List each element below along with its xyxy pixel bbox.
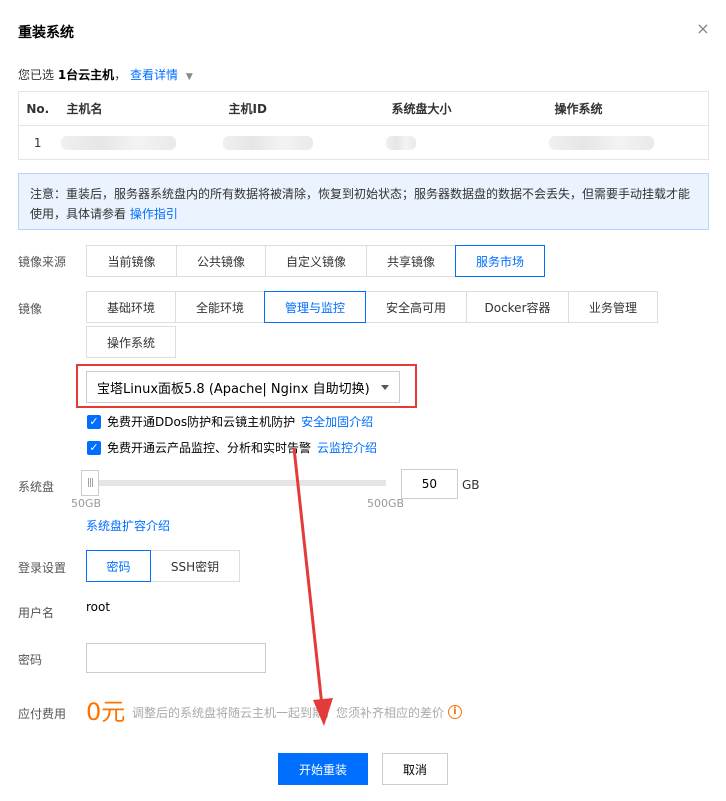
tab-operating-system[interactable]: 操作系统 (86, 326, 176, 358)
monitoring-option: ✓ 免费开通云产品监控、分析和实时告警 云监控介绍 (87, 439, 377, 456)
monitoring-checkbox-label: 免费开通云产品监控、分析和实时告警 (107, 441, 312, 455)
password-label: 密码 (18, 653, 43, 667)
cell-os-redacted (544, 125, 709, 160)
image-label: 镜像 (18, 302, 43, 316)
cell-no: 1 (18, 125, 57, 160)
col-no: No. (18, 91, 57, 126)
col-os: 操作系统 (544, 91, 709, 126)
tab-password[interactable]: 密码 (86, 550, 151, 582)
image-source-label: 镜像来源 (18, 255, 67, 269)
system-disk-label: 系统盘 (18, 480, 55, 494)
tab-docker[interactable]: Docker容器 (466, 291, 569, 323)
password-input[interactable] (86, 643, 266, 673)
disk-max-label: 500GB (367, 497, 405, 510)
view-details-link[interactable]: 查看详情 (130, 68, 178, 82)
host-table: No. 主机名 主机ID 系统盘大小 操作系统 1 (18, 91, 709, 160)
image-category-tabs: 基础环境 全能环境 管理与监控 安全高可用 Docker容器 业务管理 (86, 291, 658, 323)
disk-slider-handle[interactable]: ||| (81, 470, 99, 496)
login-settings-label: 登录设置 (18, 561, 67, 575)
cancel-button[interactable]: 取消 (382, 753, 448, 785)
col-disk-size: 系统盘大小 (381, 91, 545, 126)
fee-description: 调整后的系统盘将随云主机一起到期，您须补齐相应的差价 (132, 706, 445, 720)
disk-min-label: 50GB (71, 497, 102, 510)
monitoring-checkbox[interactable]: ✓ (87, 440, 101, 455)
username-value: root (86, 600, 111, 614)
tab-marketplace[interactable]: 服务市场 (455, 245, 545, 277)
fee-label: 应付费用 (18, 707, 67, 721)
username-label: 用户名 (18, 606, 55, 620)
notice-guide-link[interactable]: 操作指引 (130, 207, 178, 221)
image-source-tabs: 当前镜像 公共镜像 自定义镜像 共享镜像 服务市场 (86, 245, 545, 277)
cloud-monitor-link[interactable]: 云监控介绍 (317, 439, 377, 456)
ddos-protection-option: ✓ 免费开通DDos防护和云镜主机防护 安全加固介绍 (87, 413, 373, 430)
ddos-checkbox-label: 免费开通DDos防护和云镜主机防护 (107, 415, 296, 429)
disk-size-input[interactable]: 50 (401, 469, 458, 499)
tab-basic-env[interactable]: 基础环境 (86, 291, 176, 323)
chevron-down-icon[interactable]: ▼ (186, 72, 193, 82)
tab-business-management[interactable]: 业务管理 (568, 291, 658, 323)
tab-shared-image[interactable]: 共享镜像 (366, 245, 456, 277)
selection-count: 1台云主机 (57, 68, 115, 82)
image-category-tabs-row2: 操作系统 (86, 326, 176, 358)
tab-management-monitoring[interactable]: 管理与监控 (264, 291, 366, 323)
disk-expand-link[interactable]: 系统盘扩容介绍 (86, 517, 170, 534)
cell-disk-size-redacted (381, 125, 545, 160)
table-row: 1 (18, 125, 709, 160)
table-header-row: No. 主机名 主机ID 系统盘大小 操作系统 (18, 91, 709, 126)
security-hardening-link[interactable]: 安全加固介绍 (301, 413, 373, 430)
image-select-value: 宝塔Linux面板5.8 (Apache| Nginx 自助切换) (97, 381, 370, 397)
login-method-tabs: 密码 SSH密钥 (86, 550, 240, 582)
tab-full-env[interactable]: 全能环境 (175, 291, 265, 323)
notice-box: 注意：重装后，服务器系统盘内的所有数据将被清除，恢复到初始状态；服务器数据盘的数… (18, 173, 709, 230)
selection-info: 您已选 1台云主机， 查看详情 ▼ (18, 66, 193, 83)
cell-hostid-redacted (218, 125, 382, 160)
col-hostname: 主机名 (56, 91, 219, 126)
selection-suffix: ， (114, 68, 127, 82)
ddos-checkbox[interactable]: ✓ (87, 414, 101, 429)
disk-slider-track[interactable] (86, 480, 386, 486)
tab-current-image[interactable]: 当前镜像 (86, 245, 177, 277)
tab-public-image[interactable]: 公共镜像 (176, 245, 266, 277)
cell-hostname-redacted (56, 125, 219, 160)
start-reinstall-button[interactable]: 开始重装 (278, 753, 368, 785)
dialog-title: 重装系统 (18, 25, 74, 41)
annotation-arrow-shaft (292, 447, 324, 707)
tab-ssh-key[interactable]: SSH密钥 (150, 550, 240, 582)
info-icon[interactable]: i (448, 705, 462, 719)
selection-prefix: 您已选 (18, 68, 58, 82)
tab-security-ha[interactable]: 安全高可用 (365, 291, 467, 323)
col-hostid: 主机ID (218, 91, 382, 126)
image-select-dropdown[interactable]: 宝塔Linux面板5.8 (Apache| Nginx 自助切换) (86, 371, 400, 403)
close-icon[interactable]: × (694, 20, 712, 38)
chevron-down-icon (381, 385, 389, 390)
tab-custom-image[interactable]: 自定义镜像 (265, 245, 367, 277)
disk-unit: GB (462, 478, 480, 492)
fee-amount: 0元 (86, 698, 126, 726)
